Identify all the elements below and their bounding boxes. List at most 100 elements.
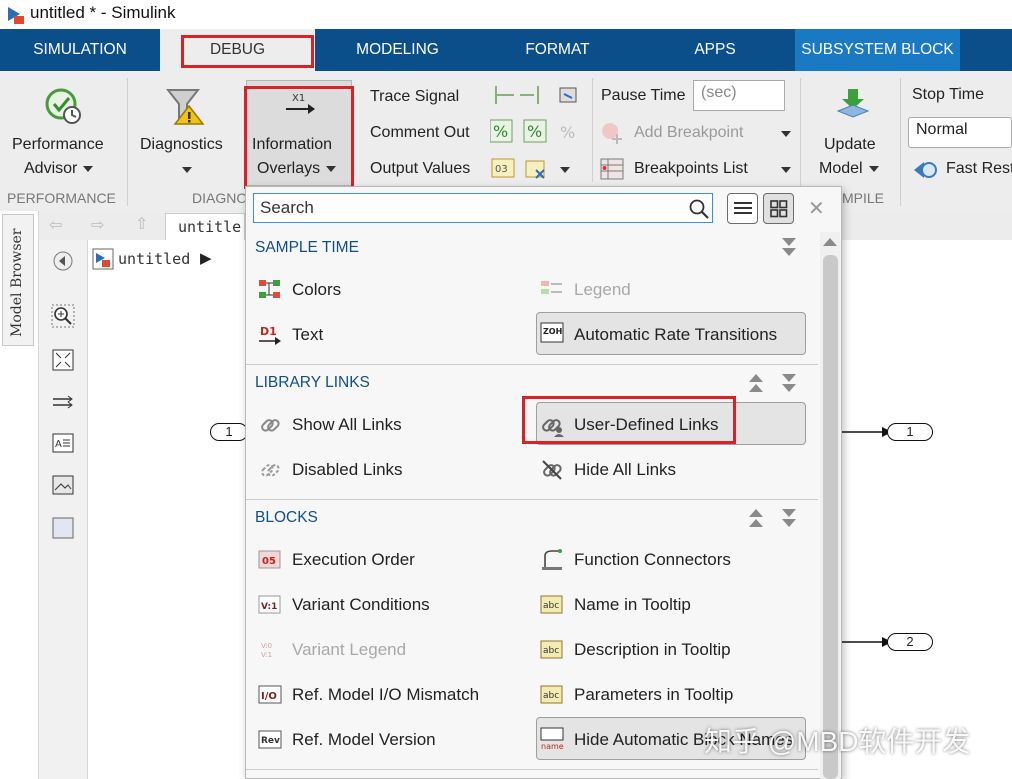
item-execution-order[interactable]: Execution Order	[292, 550, 415, 570]
item-colors[interactable]: Colors	[292, 280, 341, 300]
item-hide-all-links[interactable]: Hide All Links	[574, 460, 676, 480]
item-legend[interactable]: Legend	[574, 280, 631, 300]
breadcrumb-arrow-icon[interactable]: ▶	[200, 249, 212, 267]
area-icon[interactable]	[51, 516, 75, 540]
title-bar: untitled * - Simulink	[0, 0, 1012, 29]
item-text[interactable]: Text	[292, 325, 323, 345]
svg-text:%: %	[493, 122, 508, 141]
item-ref-model-version[interactable]: Ref. Model Version	[292, 730, 436, 750]
section-performance: PERFORMANCE	[7, 190, 116, 206]
model-tab-label: untitle	[178, 218, 242, 236]
diagnostics-button[interactable]: Diagnostics	[130, 71, 242, 186]
update-model-button[interactable]: Update Model	[803, 71, 898, 186]
section-blocks: BLOCKS	[255, 509, 318, 526]
fast-restart-button[interactable]: Fast Rest	[946, 160, 1012, 178]
variant-legend-icon: V:0 V:1	[261, 642, 272, 659]
image-icon[interactable]	[51, 473, 75, 497]
back-arrow-icon[interactable]: ⇦	[49, 215, 62, 235]
svg-text:X1: X1	[292, 93, 305, 104]
tab-apps[interactable]: APPS	[660, 29, 770, 71]
svg-text:Rev: Rev	[261, 736, 280, 746]
item-ref-model-io-mismatch[interactable]: Ref. Model I/O Mismatch	[292, 685, 479, 705]
chevron-down-icon[interactable]	[781, 131, 791, 137]
hide-browser-icon[interactable]	[52, 250, 74, 272]
diagnostics-filter-icon	[165, 89, 205, 125]
tab-modeling[interactable]: MODELING	[330, 29, 465, 71]
user-link-icon	[542, 419, 564, 437]
disabled-link-icon	[261, 464, 280, 477]
list-view-button[interactable]	[727, 193, 758, 224]
gallery-scrollbar-thumb[interactable]	[823, 255, 838, 779]
info-overlays-label-2: Overlays	[257, 160, 321, 177]
item-function-connectors[interactable]: Function Connectors	[574, 550, 731, 570]
execution-order-icon: 05	[258, 550, 281, 569]
model-browser-tab[interactable]: Model Browser	[2, 214, 34, 346]
collapse-section-icon[interactable]	[782, 374, 796, 382]
item-description-in-tooltip[interactable]: Description in Tooltip	[574, 640, 731, 660]
tab-format[interactable]: FORMAT	[495, 29, 620, 71]
chevron-down-icon[interactable]	[781, 167, 791, 173]
zoh-block-icon: ZOH	[540, 322, 564, 343]
simulation-mode-select[interactable]: Normal	[908, 117, 1012, 148]
item-show-all-links[interactable]: Show All Links	[292, 415, 402, 435]
svg-text:V:0: V:0	[261, 642, 272, 650]
tab-simulation[interactable]: SIMULATION	[15, 29, 145, 71]
route-lines-icon[interactable]	[51, 390, 75, 414]
parameters-tooltip-icon: abc	[540, 685, 563, 704]
io-mismatch-icon: I/O	[258, 685, 282, 704]
trace-signal-button[interactable]: Trace Signal	[370, 88, 459, 106]
expand-section-icon[interactable]	[749, 384, 763, 392]
item-parameters-in-tooltip[interactable]: Parameters in Tooltip	[574, 685, 733, 705]
chevron-down-icon	[182, 167, 192, 173]
simulink-logo-icon	[8, 7, 24, 24]
forward-arrow-icon[interactable]: ⇨	[91, 215, 104, 235]
item-variant-legend[interactable]: Variant Legend	[292, 640, 406, 660]
svg-text:%: %	[560, 123, 575, 142]
watermark: 知乎 @MBD软件开发	[704, 726, 971, 757]
expand-section-icon[interactable]	[749, 509, 763, 517]
output-values-button[interactable]: Output Values	[370, 160, 470, 178]
collapse-section-icon[interactable]	[782, 519, 796, 527]
collapse-section-icon[interactable]	[782, 248, 796, 256]
expand-section-icon[interactable]	[749, 519, 763, 527]
svg-text:D1: D1	[260, 325, 277, 338]
gallery-search-input[interactable]: Search	[253, 193, 713, 223]
outport-block-2[interactable]: 2	[887, 633, 933, 651]
svg-text:abc: abc	[543, 691, 559, 701]
pause-time-input[interactable]: (sec)	[693, 80, 785, 111]
close-icon[interactable]: ✕	[808, 196, 825, 221]
hide-links-icon	[542, 460, 562, 480]
add-breakpoint-button[interactable]: Add Breakpoint	[634, 124, 743, 142]
svg-text:name: name	[541, 742, 564, 751]
collapse-section-icon[interactable]	[782, 509, 796, 517]
inport-block-1[interactable]: 1	[210, 423, 248, 441]
zoom-icon[interactable]	[51, 304, 75, 328]
fit-to-view-icon[interactable]	[51, 348, 75, 372]
tab-subsystem-block[interactable]: SUBSYSTEM BLOCK	[795, 29, 960, 71]
expand-section-icon[interactable]	[749, 374, 763, 382]
comment-out-button[interactable]: Comment Out	[370, 124, 470, 142]
search-icon[interactable]	[688, 198, 710, 220]
grid-view-button[interactable]	[763, 193, 794, 224]
breakpoints-list-button[interactable]: Breakpoints List	[634, 160, 748, 178]
breadcrumb[interactable]: untitled	[118, 250, 190, 268]
information-overlays-button[interactable]: X1 Information Overlays	[246, 80, 352, 186]
fast-restart-icon	[914, 162, 937, 178]
section-divider	[246, 769, 818, 770]
section-divider	[246, 499, 818, 500]
model-tab[interactable]: untitle	[165, 213, 245, 240]
outport-block-1[interactable]: 1	[887, 423, 933, 441]
svg-text:abc: abc	[543, 601, 559, 611]
item-automatic-rate-transitions: Automatic Rate Transitions	[574, 325, 778, 344]
collapse-section-icon[interactable]	[782, 238, 796, 246]
annotation-icon[interactable]: A	[51, 431, 75, 455]
collapse-section-icon[interactable]	[782, 384, 796, 392]
tab-debug[interactable]: DEBUG	[160, 29, 315, 71]
item-variant-conditions[interactable]: Variant Conditions	[292, 595, 430, 615]
performance-advisor-button[interactable]: Performance Advisor	[0, 71, 127, 186]
item-disabled-links[interactable]: Disabled Links	[292, 460, 403, 480]
item-name-in-tooltip[interactable]: Name in Tooltip	[574, 595, 691, 615]
scroll-up-icon[interactable]	[823, 238, 837, 246]
up-arrow-icon[interactable]: ⇧	[135, 214, 148, 234]
variant-conditions-icon: V:1	[258, 595, 281, 614]
